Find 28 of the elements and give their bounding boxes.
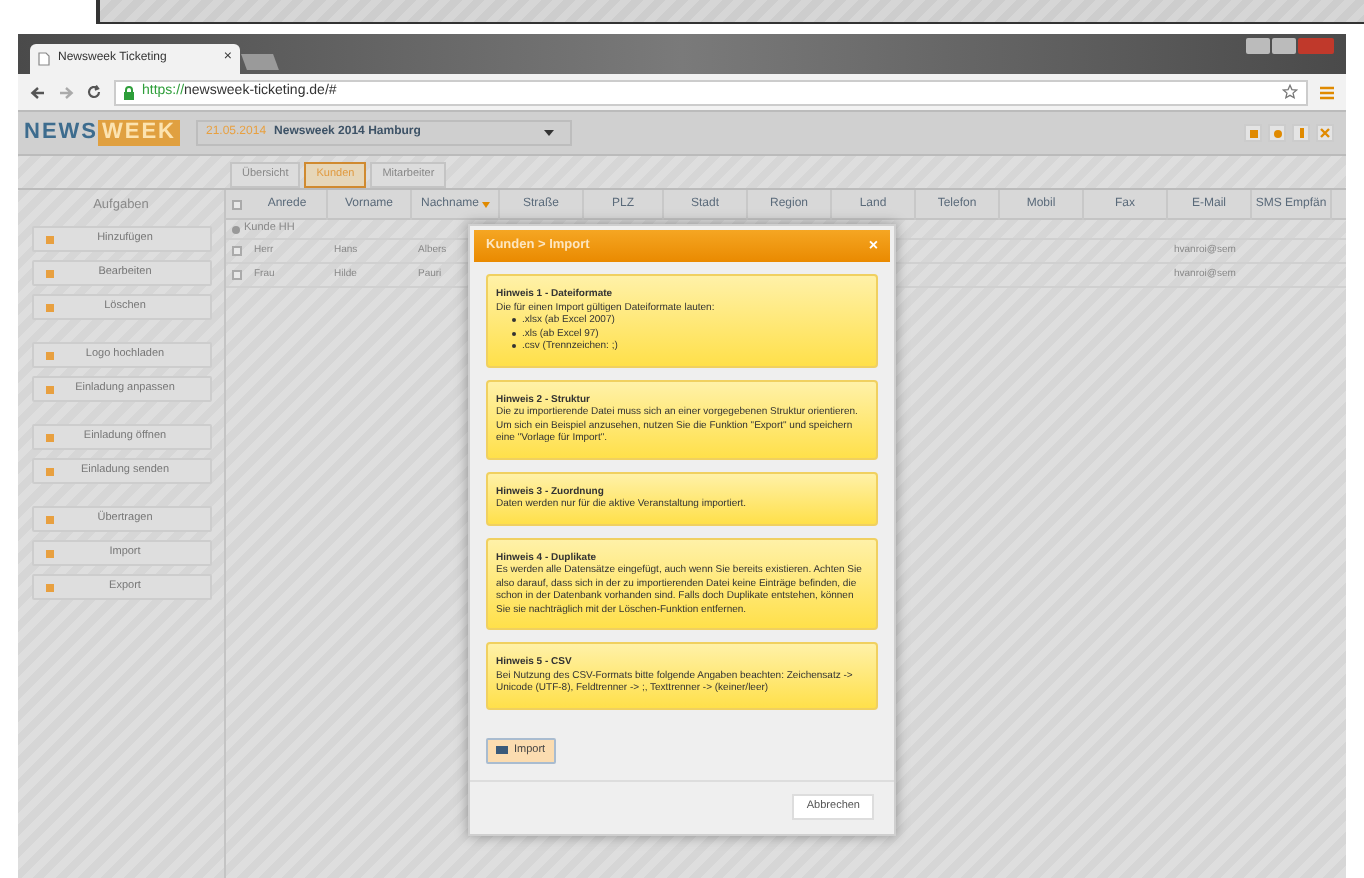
new-tab-button[interactable] [241, 54, 279, 70]
back-icon[interactable] [30, 85, 46, 99]
task-icon [45, 351, 53, 359]
row-checkbox[interactable] [232, 246, 242, 256]
task-icon [45, 303, 53, 311]
star-icon[interactable] [1282, 84, 1298, 100]
reload-icon[interactable] [86, 84, 102, 100]
caret-icon [544, 130, 554, 136]
menu-icon[interactable] [1320, 85, 1334, 99]
task-icon [45, 433, 53, 441]
select-all-checkbox[interactable] [232, 199, 242, 209]
task-icon [45, 235, 53, 243]
forward-icon[interactable] [58, 85, 74, 99]
task-icon [45, 549, 53, 557]
maximize-button[interactable] [1272, 38, 1296, 54]
row-checkbox[interactable] [232, 270, 242, 280]
task-icon [45, 269, 53, 277]
lock-icon [124, 85, 134, 99]
logo: NEWS WEEK [24, 120, 180, 146]
task-icon [45, 467, 53, 475]
minimize-button[interactable] [1246, 38, 1270, 54]
task-icon [45, 583, 53, 591]
page-icon [38, 52, 50, 66]
collapse-icon[interactable] [232, 225, 240, 233]
dialog-close-button[interactable]: × [868, 234, 878, 258]
close-icon[interactable] [1316, 124, 1334, 142]
task-icon [45, 515, 53, 523]
task-icon [45, 385, 53, 393]
